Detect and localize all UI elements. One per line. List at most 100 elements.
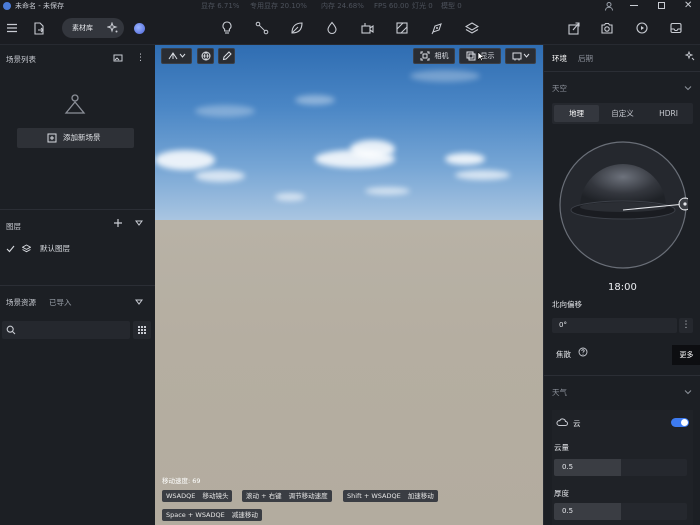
assets-search-input[interactable] <box>2 321 130 339</box>
layers-stack-icon[interactable] <box>463 19 481 37</box>
title-bar: 未命名 - 未保存 显存 6.71% 专用显存 20.10% 内存 24.68%… <box>0 0 700 12</box>
shortcut-chip: WSADQE 移动镜头 <box>162 490 233 502</box>
minimize-icon[interactable] <box>630 5 638 6</box>
view-mode-dropdown[interactable] <box>505 48 536 64</box>
cloud-card: 云 云量 0.5 厚度 0.5 <box>552 410 693 525</box>
ai-assistant-icon[interactable] <box>134 23 145 34</box>
menu-icon[interactable] <box>3 19 21 37</box>
thickness-value: 0.5 <box>562 507 574 515</box>
camera-button[interactable]: 相机 <box>413 48 455 64</box>
leaf-icon[interactable] <box>288 19 306 37</box>
camera-rig-icon[interactable] <box>358 19 376 37</box>
shortcut-chip: Shift + WSADQE 加速移动 <box>343 490 438 502</box>
globe-icon <box>201 51 211 61</box>
add-new-scene-button[interactable]: 添加新场景 <box>17 128 134 148</box>
shortcut-key: 滚动 + 右键 <box>246 492 282 500</box>
weather-section-title: 天气 <box>552 388 567 397</box>
user-icon[interactable] <box>604 1 614 11</box>
cloud-amount-slider[interactable]: 0.5 <box>554 459 687 476</box>
path-tool-icon[interactable] <box>253 19 271 37</box>
globe-button[interactable] <box>197 48 214 64</box>
shortcut-key: WSADQE <box>166 492 196 500</box>
stat-dedicated-vram: 专用显存 20.10% <box>250 2 307 10</box>
export-file-icon[interactable] <box>30 19 48 37</box>
tab-post-processing[interactable]: 后期 <box>578 53 593 64</box>
shortcut-desc: 移动镜头 <box>202 492 229 500</box>
layer-row-default[interactable]: 默认图层 <box>0 242 155 256</box>
add-layer-icon[interactable] <box>113 218 123 228</box>
assets-filter-icon[interactable] <box>135 298 143 306</box>
shortcut-chip: 滚动 + 右键 调节移动速度 <box>242 490 332 502</box>
north-offset-input[interactable]: 0° <box>552 318 677 333</box>
sky-section-title: 天空 <box>552 84 567 93</box>
sky-mode-hdri[interactable]: HDRI <box>646 105 691 122</box>
focus-divider <box>544 375 700 376</box>
shortcut-desc: 减速移动 <box>231 511 258 519</box>
sky-mode-segmented: 地理 自定义 HDRI <box>552 103 693 124</box>
water-drop-icon[interactable] <box>323 19 341 37</box>
empty-scene-icon <box>64 93 86 115</box>
material-library-label: 素材库 <box>72 24 93 32</box>
focus-label: 焦散 <box>556 350 571 359</box>
layers-title: 图层 <box>6 222 21 231</box>
sun-position-dial[interactable] <box>558 140 688 270</box>
share-export-icon[interactable] <box>565 19 583 37</box>
stat-fps: FPS 60.00 <box>374 2 409 10</box>
ground-plane <box>155 220 543 525</box>
left-panel: 场景列表 ⋮ 添加新场景 图层 默认图层 场景资源 已导入 <box>0 45 155 525</box>
north-offset-value: 0° <box>559 321 567 329</box>
default-layer-label: 默认图层 <box>40 244 70 253</box>
sky-backdrop <box>155 45 543 220</box>
view-mode-icon <box>512 51 530 61</box>
cloud-toggle-knob <box>681 419 688 426</box>
add-scene-label: 添加新场景 <box>63 133 101 142</box>
more-vertical-icon[interactable]: ⋮ <box>136 52 145 64</box>
mouse-cursor-icon <box>477 51 485 62</box>
grid-icon <box>137 325 147 335</box>
inbox-icon[interactable] <box>667 19 685 37</box>
help-icon[interactable] <box>578 347 588 357</box>
app-logo-icon <box>3 2 11 10</box>
camera-focus-icon <box>420 51 430 61</box>
eyedropper-button[interactable] <box>218 48 235 64</box>
texture-icon[interactable] <box>393 19 411 37</box>
gizmo-dropdown[interactable] <box>161 48 192 64</box>
thickness-slider[interactable]: 0.5 <box>554 503 687 520</box>
tab-environment[interactable]: 环境 <box>552 53 567 64</box>
imported-tab[interactable]: 已导入 <box>49 297 72 308</box>
main-toolbar: 素材库 <box>0 12 700 45</box>
sky-collapse-icon[interactable] <box>684 84 692 92</box>
shortcut-key: Shift + WSADQE <box>347 492 401 500</box>
sparkle-icon <box>107 22 119 34</box>
stat-lights: 灯光 0 <box>412 2 433 10</box>
display-icon <box>466 51 476 61</box>
scene-assets-title[interactable]: 场景资源 <box>6 297 36 308</box>
close-icon[interactable]: ✕ <box>684 0 694 12</box>
cloud-toggle[interactable] <box>671 418 689 427</box>
grid-view-button[interactable] <box>133 321 151 339</box>
3d-viewport[interactable]: 相机 显示 移动速度: 69 WSADQE 移动镜头 滚动 + 右键 调节移动速… <box>155 45 543 525</box>
shortcut-chip: Space + WSADQE 减速移动 <box>162 509 262 521</box>
weather-collapse-icon[interactable] <box>684 388 692 396</box>
magic-wand-icon[interactable] <box>684 51 695 62</box>
material-library-button[interactable]: 素材库 <box>62 18 124 38</box>
image-icon[interactable] <box>113 53 123 63</box>
stat-models: 模型 0 <box>441 2 462 10</box>
sky-mode-geographic[interactable]: 地理 <box>554 105 599 122</box>
search-icon <box>6 325 16 335</box>
pen-tool-icon[interactable] <box>428 19 446 37</box>
shortcut-desc: 调节移动速度 <box>288 492 328 500</box>
cloud-amount-label: 云量 <box>554 443 569 452</box>
visibility-check-icon[interactable] <box>6 244 15 253</box>
cloud-icon <box>556 417 568 427</box>
video-record-icon[interactable] <box>633 19 651 37</box>
more-options-button[interactable]: ⋮ <box>679 318 693 333</box>
sky-mode-custom[interactable]: 自定义 <box>600 105 645 122</box>
scene-section-divider <box>0 209 155 210</box>
right-tabs-divider <box>544 71 700 72</box>
maximize-icon[interactable] <box>658 2 665 9</box>
layers-filter-icon[interactable] <box>135 219 143 227</box>
light-bulb-icon[interactable] <box>218 19 236 37</box>
screenshot-camera-icon[interactable] <box>598 19 616 37</box>
cloud-label: 云 <box>573 419 581 428</box>
